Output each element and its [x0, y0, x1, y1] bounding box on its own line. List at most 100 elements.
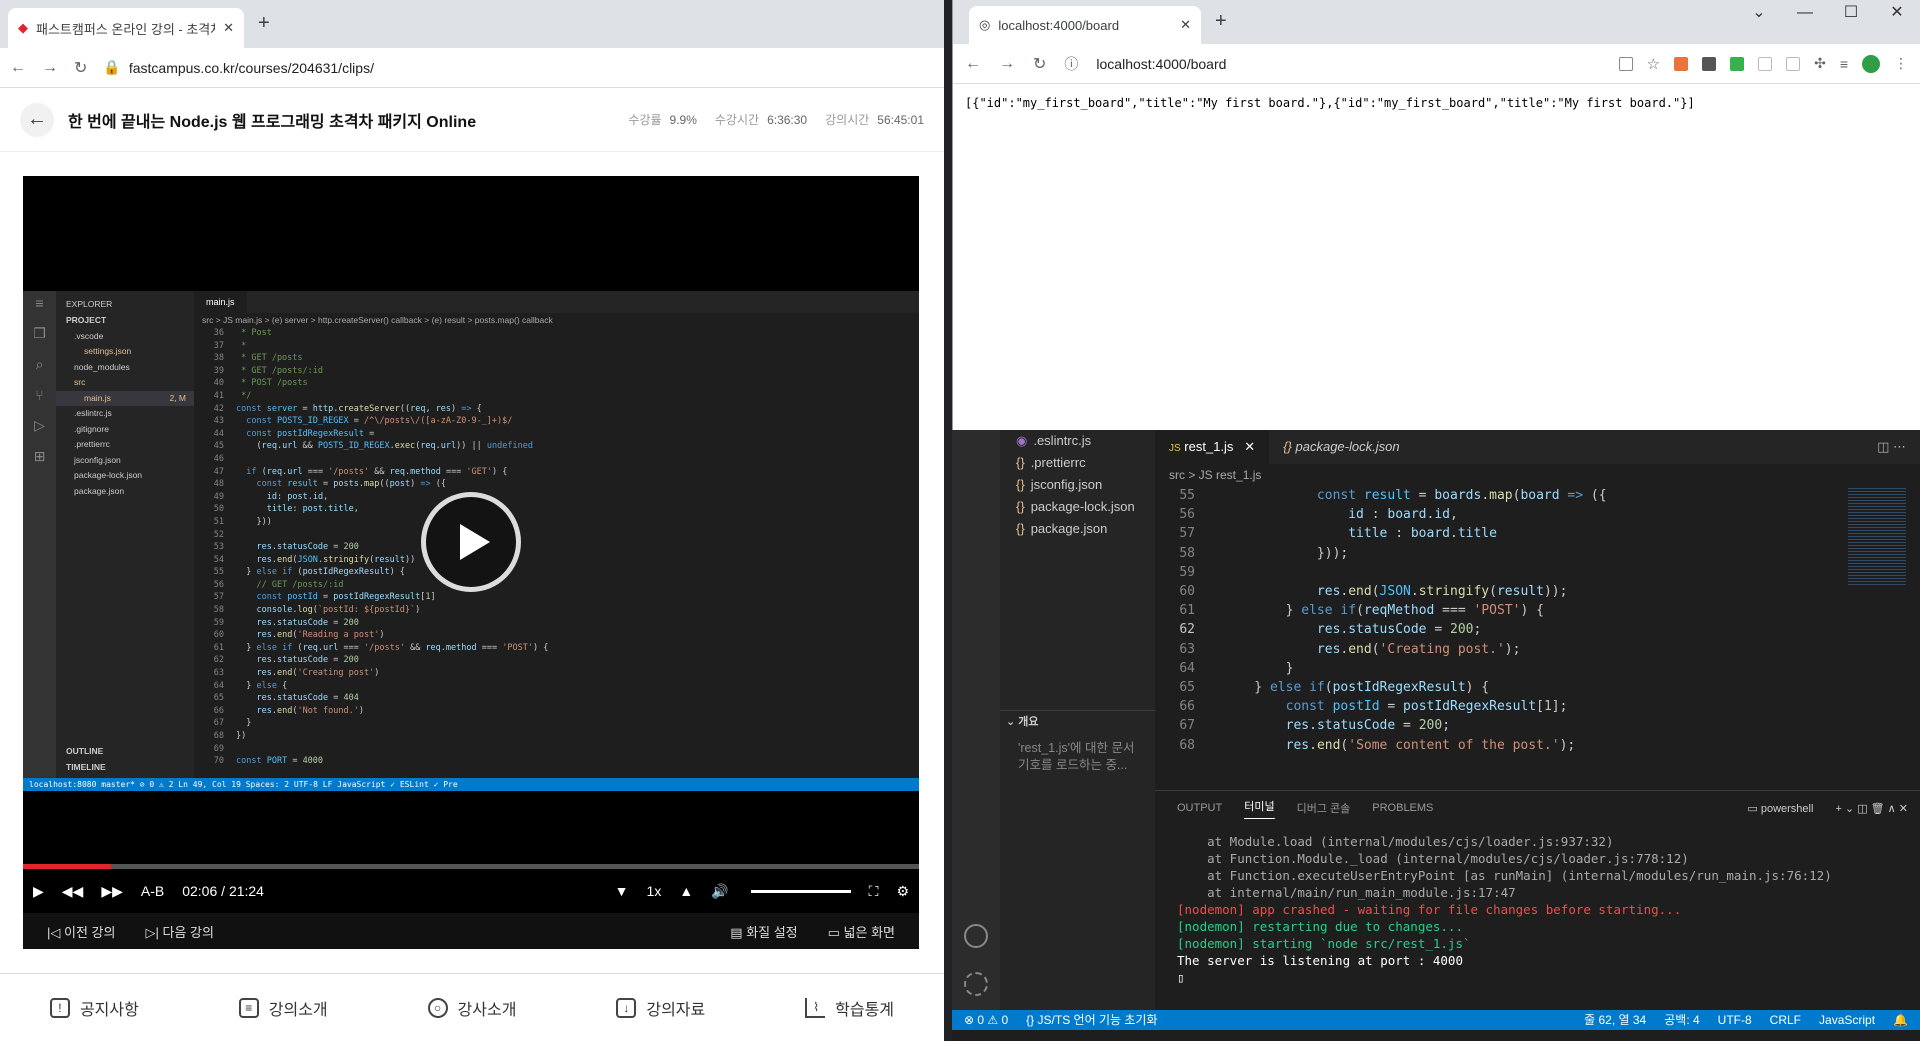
chart-icon: ⌇	[805, 997, 826, 1018]
outline-message: 'rest_1.js'에 대한 문서 기호를 로드하는 중...	[1018, 741, 1135, 772]
file-item[interactable]: {} package.json	[1000, 518, 1155, 540]
forward-icon[interactable]: →	[42, 59, 58, 77]
speed-up-icon[interactable]: ▲	[679, 883, 693, 899]
nav-intro[interactable]: ≡ 강의소개	[238, 996, 328, 1020]
panel-tab-problems[interactable]: PROBLEMS	[1372, 802, 1433, 814]
video-editor-tabs: main.js	[194, 291, 919, 313]
tab-package-lock[interactable]: {} package-lock.json	[1269, 430, 1413, 464]
extension-box-icon[interactable]	[1786, 56, 1801, 71]
back-icon[interactable]: ←	[10, 59, 26, 77]
tree-item: .vscode	[74, 330, 104, 341]
stat-watch-time: 수강시간 6:36:30	[715, 111, 807, 128]
minimize-icon[interactable]: —	[1782, 0, 1828, 26]
profile-avatar[interactable]	[1862, 54, 1880, 73]
status-spaces[interactable]: 공백: 4	[1664, 1010, 1699, 1030]
account-icon[interactable]	[964, 924, 988, 948]
tab-rest-1-js[interactable]: JS rest_1.js ✕	[1155, 430, 1270, 464]
file-label: .prettierrc	[1030, 455, 1086, 470]
back-icon[interactable]: ←	[965, 55, 981, 73]
next-lecture-button[interactable]: ▷| 다음 강의	[145, 922, 213, 941]
status-language[interactable]: JavaScript	[1819, 1010, 1875, 1030]
close-tab-icon[interactable]: ✕	[1244, 439, 1255, 454]
time-total: 21:24	[228, 883, 264, 899]
reload-icon[interactable]: ↻	[74, 58, 87, 78]
play-overlay-button[interactable]	[421, 492, 521, 592]
outline-header[interactable]: ⌄ 개요	[1000, 710, 1155, 732]
file-item[interactable]: {} package-lock.json	[1000, 496, 1155, 518]
panel-tab-terminal[interactable]: 터미널	[1244, 798, 1275, 819]
file-item[interactable]: ◉ .eslintrc.js	[1000, 430, 1155, 452]
file-item[interactable]: {} jsconfig.json	[1000, 474, 1155, 496]
extension-orange-icon[interactable]	[1674, 56, 1689, 71]
extension-green-icon[interactable]	[1730, 56, 1745, 71]
status-bar: ⊗ 0 ⚠ 0 {} JS/TS 언어 기능 초기화 줄 62, 열 34 공백…	[952, 1010, 1920, 1030]
ab-repeat-button[interactable]: A-B	[141, 883, 164, 899]
volume-slider[interactable]	[750, 889, 851, 893]
left-browser-tab[interactable]: ◆ 패스트캠퍼스 온라인 강의 - 초격차 ✕	[8, 8, 244, 48]
reload-icon[interactable]: ↻	[1033, 54, 1046, 74]
panel-tab-debug-console[interactable]: 디버그 콘솔	[1297, 800, 1351, 816]
nav-notice[interactable]: ! 공지사항	[49, 996, 139, 1020]
status-eol[interactable]: CRLF	[1770, 1010, 1801, 1030]
settings-gear-icon[interactable]: ⚙	[896, 883, 909, 900]
status-position[interactable]: 줄 62, 열 34	[1584, 1010, 1646, 1030]
status-problems[interactable]: ⊗ 0 ⚠ 0	[964, 1010, 1008, 1030]
translate-icon[interactable]	[1618, 56, 1633, 71]
new-tab-button[interactable]: +	[258, 12, 270, 35]
terminal-output[interactable]: at Module.load (internal/modules/cjs/loa…	[1155, 825, 1920, 994]
left-toolbar: ← → ↻ 🔒 fastcampus.co.kr/courses/204631/…	[0, 48, 944, 88]
terminal-line: [nodemon] restarting due to changes...	[1177, 919, 1463, 934]
right-toolbar: ← → ↻ ⓘ localhost:4000/board ☆ ✣ ≡ ⋮	[953, 44, 1920, 84]
play-icon[interactable]: ▶	[33, 883, 44, 900]
tree-item-badge: 2, M	[169, 392, 186, 403]
nav-stats[interactable]: ⌇ 학습통계	[805, 996, 894, 1020]
maximize-icon[interactable]: ☐	[1828, 0, 1874, 26]
nav-instructor[interactable]: ○ 강사소개	[427, 996, 517, 1020]
extension-gray-icon[interactable]	[1758, 56, 1773, 71]
fullscreen-icon[interactable]: ⛶	[869, 883, 879, 900]
split-editor-icon[interactable]: ◫ ⋯	[1863, 430, 1920, 464]
manage-gear-icon[interactable]	[964, 972, 988, 996]
wide-screen-button[interactable]: ▭ 넓은 화면	[828, 922, 895, 941]
tab-search-icon[interactable]: ⌄	[1736, 0, 1782, 26]
left-address-bar[interactable]: 🔒 fastcampus.co.kr/courses/204631/clips/	[103, 53, 934, 83]
back-arrow-button[interactable]: ←	[20, 102, 54, 137]
stat-value: 6:36:30	[767, 113, 808, 127]
right-url[interactable]: localhost:4000/board	[1096, 56, 1226, 72]
video-player[interactable]: ≡ ❐ ⌕ ⑂ ▷ ⊞ EXPLORER PROJECT .vscode set…	[23, 176, 919, 949]
star-icon[interactable]: ☆	[1647, 55, 1660, 73]
puzzle-icon[interactable]: ✣	[1814, 55, 1826, 72]
menu-kebab-icon[interactable]: ⋮	[1894, 55, 1908, 72]
json-braces-icon: {}	[1283, 439, 1292, 454]
fast-forward-icon[interactable]: ▶▶	[101, 883, 123, 900]
nav-label: 강사소개	[457, 1001, 517, 1019]
minimap[interactable]	[1848, 486, 1906, 586]
volume-icon[interactable]: 🔊	[711, 883, 728, 900]
right-browser-tab[interactable]: ◎ localhost:4000/board ✕	[969, 6, 1201, 44]
terminal-actions-icon[interactable]: + ⌄ ◫ 🗑 ∧ ✕	[1835, 802, 1908, 815]
status-encoding[interactable]: UTF-8	[1718, 1010, 1752, 1030]
panel-tab-output[interactable]: OUTPUT	[1177, 802, 1222, 814]
fastcampus-favicon-icon: ◆	[18, 20, 28, 35]
time-display: 02:06 / 21:24	[182, 883, 264, 899]
nav-materials[interactable]: ↓ 강의자료	[616, 996, 705, 1020]
forward-icon[interactable]: →	[999, 55, 1015, 73]
video-progress-bar[interactable]	[23, 864, 919, 869]
close-tab-icon[interactable]: ✕	[223, 20, 234, 36]
close-window-icon[interactable]: ✕	[1874, 0, 1920, 26]
terminal-shell-selector[interactable]: ▭ powershell	[1747, 802, 1813, 815]
js-file-icon: JS	[1169, 443, 1181, 454]
prev-lecture-button[interactable]: |◁ 이전 강의	[47, 922, 115, 941]
run-icon: ▷	[34, 417, 45, 433]
right-browser-window: ◎ localhost:4000/board ✕ + ⌄ — ☐ ✕ ← → ↻…	[952, 0, 1920, 430]
menu-icon: ≡	[35, 295, 44, 311]
file-item[interactable]: {} .prettierrc	[1000, 452, 1155, 474]
media-icon[interactable]: ≡	[1840, 56, 1848, 72]
new-tab-button[interactable]: +	[1215, 10, 1227, 33]
quality-settings-button[interactable]: ▤ 화질 설정	[730, 922, 797, 941]
rewind-icon[interactable]: ◀◀	[62, 883, 84, 900]
close-tab-icon[interactable]: ✕	[1180, 17, 1191, 33]
speed-down-icon[interactable]: ▼	[615, 883, 629, 899]
notifications-bell-icon[interactable]: 🔔	[1893, 1010, 1908, 1030]
extension-dark-icon[interactable]	[1702, 56, 1717, 71]
